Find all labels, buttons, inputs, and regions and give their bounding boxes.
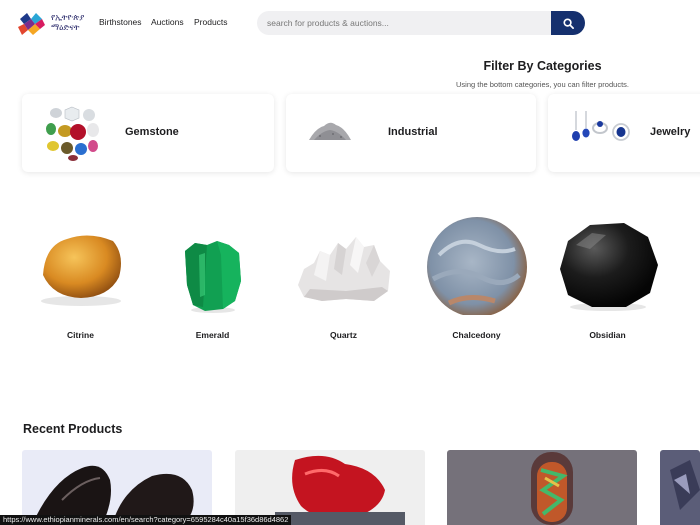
category-card-industrial[interactable]: Industrial <box>286 94 536 172</box>
jewelry-icon <box>572 111 630 141</box>
category-label-gemstone: Gemstone <box>125 126 179 138</box>
stone-label-quartz: Quartz <box>330 330 357 340</box>
search-input[interactable] <box>257 11 553 35</box>
search-box <box>257 11 553 35</box>
stone-emerald-item[interactable] <box>155 215 270 315</box>
product-image-2 <box>275 455 405 525</box>
logo-icon[interactable] <box>16 11 46 37</box>
product-card-3[interactable] <box>447 450 637 525</box>
nav-auctions[interactable]: Auctions <box>151 17 184 27</box>
product-card-2[interactable] <box>235 450 425 525</box>
stone-obsidian-item[interactable] <box>550 215 665 315</box>
citrine-image <box>41 235 121 306</box>
filter-subtitle: Using the bottom categories, you can fil… <box>455 80 629 89</box>
stone-label-emerald: Emerald <box>195 330 230 340</box>
quartz-image <box>298 237 390 301</box>
category-card-gemstone[interactable]: Gemstone <box>22 94 274 172</box>
site-header: የኢትዮጵያ ማዕድናት Birthstones Auctions Produc… <box>0 0 700 46</box>
search-icon <box>562 17 574 29</box>
logo-wordmark[interactable]: የኢትዮጵያ ማዕድናት <box>51 13 84 33</box>
stone-quartz-item[interactable] <box>286 215 401 315</box>
product-image-4 <box>670 460 700 510</box>
search-button[interactable] <box>551 11 585 35</box>
status-bar-url: https://www.ethiopianminerals.com/en/sea… <box>0 515 292 525</box>
stone-citrine-item[interactable] <box>23 215 138 315</box>
product-card-4[interactable] <box>660 450 700 525</box>
category-card-jewelry[interactable]: Jewelry <box>548 94 700 172</box>
stone-label-obsidian: Obsidian <box>589 330 626 340</box>
emerald-image <box>185 241 241 313</box>
logo-line-1: የኢትዮጵያ <box>51 13 85 23</box>
logo-line-2: ማዕድናት <box>51 23 80 33</box>
product-card-1[interactable] <box>22 450 212 525</box>
chalcedony-image <box>427 217 527 317</box>
product-image-3 <box>531 452 573 525</box>
filter-title: Filter By Categories <box>483 59 602 73</box>
industrial-powder-icon <box>309 122 351 140</box>
nav-products[interactable]: Products <box>194 17 228 27</box>
recent-products-title: Recent Products <box>23 422 123 436</box>
stone-label-chalcedony: Chalcedony <box>452 330 501 340</box>
stone-label-citrine: Citrine <box>67 330 94 340</box>
product-image-1 <box>32 465 194 525</box>
obsidian-image <box>560 223 658 311</box>
nav-birthstones[interactable]: Birthstones <box>99 17 142 27</box>
category-label-jewelry: Jewelry <box>650 126 691 138</box>
category-label-industrial: Industrial <box>388 126 438 138</box>
stone-chalcedony-item[interactable] <box>419 215 534 317</box>
gemstone-cluster-icon <box>46 106 99 161</box>
